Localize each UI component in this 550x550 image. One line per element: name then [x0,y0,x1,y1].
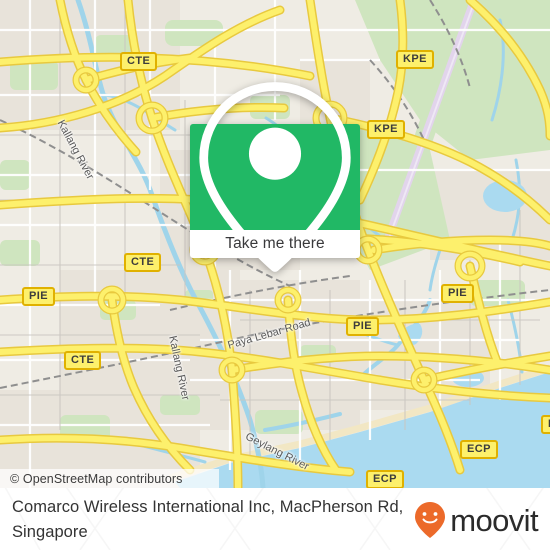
moovit-logo[interactable]: moovit [415,502,539,538]
place-title: Comarco Wireless International Inc, MacP… [12,498,404,541]
moovit-pin-icon [415,502,446,538]
road-shield: CTE [120,52,158,71]
popup-header [190,82,360,272]
take-me-there-label: Take me there [225,235,325,252]
footer-bar: Comarco Wireless International Inc, MacP… [0,488,550,550]
location-popup[interactable]: Take me there [190,82,360,272]
road-shield: CTE [64,351,102,370]
road-shield: CTE [124,253,162,272]
road-shield: KPE [396,50,434,69]
osm-attribution-text: © OpenStreetMap contributors [10,471,183,486]
map-page: CTEKPEKPECTEPIEPIEPIECTEECPECPECP Kallan… [0,0,550,550]
road-shield: PIE [22,287,55,306]
popup-pointer [264,258,286,269]
road-shield: ECP [541,415,550,434]
moovit-wordmark: moovit [450,502,538,538]
road-shield: PIE [441,284,474,303]
road-shield: KPE [367,120,405,139]
map-canvas[interactable]: CTEKPEKPECTEPIEPIEPIECTEECPECPECP Kallan… [0,0,550,488]
osm-attribution[interactable]: © OpenStreetMap contributors [0,469,219,488]
road-shield: ECP [366,470,404,488]
road-shield: ECP [460,440,498,459]
map-pin-icon [199,82,351,272]
